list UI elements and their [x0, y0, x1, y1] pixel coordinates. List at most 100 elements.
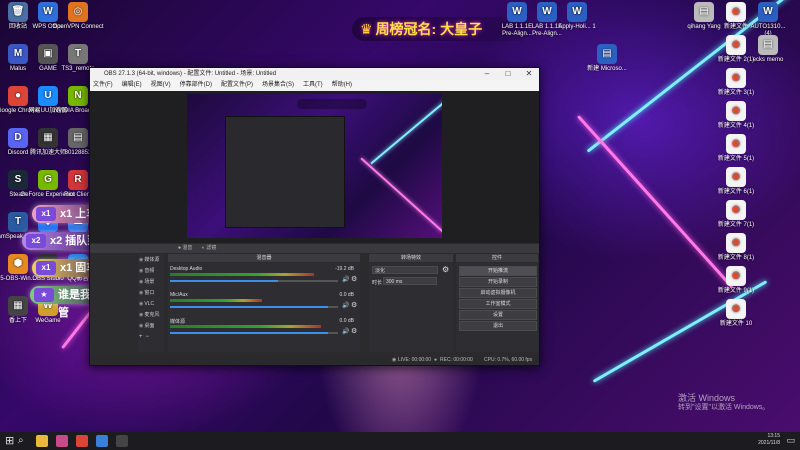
rec-indicator-icon: ● [434, 357, 438, 363]
source-label: VLC [144, 301, 155, 307]
control-button[interactable]: 退出 [459, 321, 537, 331]
control-button[interactable]: 开始录制 [459, 277, 537, 287]
eye-icon[interactable]: ◉ [139, 268, 143, 274]
desktop-icon-label: Apply-Holi... 1 [558, 24, 596, 30]
obs-window[interactable]: OBS 27.1.3 (64-bit, windows) - 配置文件: Unt… [89, 67, 540, 366]
mixer-tab[interactable]: ● 混音 [178, 245, 192, 251]
duration-value: 300 ms [386, 279, 403, 285]
volume-slider-fill[interactable] [170, 306, 328, 308]
taskbar-app-icon[interactable] [96, 435, 108, 447]
sources-dock: ◉媒体源 ◉音频 ◉场景 ◉窗口 ◉VLC ◉麦克风 ◉桌面 + − [138, 254, 164, 352]
windows-start-icon[interactable]: ⊞ [5, 435, 14, 447]
desktop-file-icon[interactable]: W AUTO1310... (4) [747, 2, 789, 38]
menu-item[interactable]: 帮助(H) [332, 82, 352, 88]
file-icon: ◉ [726, 233, 746, 253]
eye-icon[interactable]: ◉ [139, 257, 143, 263]
activation-watermark: 激活 Windows 转到"设置"以激活 Windows。 [678, 394, 769, 412]
minus-icon[interactable]: − [146, 334, 150, 340]
plus-icon[interactable]: + [139, 334, 143, 340]
source-row[interactable]: ◉场景 [139, 278, 163, 287]
rec-status: REC: 00:00:00 [440, 357, 473, 363]
preview-neon [370, 94, 442, 165]
duration-label: 时长 [372, 280, 383, 286]
eye-icon[interactable]: ◉ [139, 279, 143, 285]
gear-icon[interactable]: ⚙ [351, 275, 357, 283]
transitions-dock: 淡化 ⚙ 时长 300 ms [369, 263, 453, 352]
maximize-icon[interactable]: □ [498, 68, 518, 80]
desktop-file-icon[interactable]: ◉ 新建文件 8(1) [715, 233, 757, 262]
source-row[interactable]: ◉桌面 [139, 322, 163, 331]
source-row[interactable]: ◉麦克风 [139, 311, 163, 320]
menu-item[interactable]: 配置文件(P) [221, 82, 253, 88]
desktop-file-icon[interactable]: W Apply-Holi... 1 [557, 2, 597, 31]
gear-icon[interactable]: ⚙ [351, 327, 357, 335]
eye-icon[interactable]: ◉ [139, 301, 143, 307]
sources-toolbar: + − [139, 334, 163, 342]
transition-select[interactable]: 淡化 [372, 266, 438, 274]
file-icon: ◉ [726, 68, 746, 88]
watermark-line2: 转到"设置"以激活 Windows。 [678, 404, 770, 411]
control-button[interactable]: 开始推流 [459, 266, 537, 276]
taskbar-app-icon[interactable] [56, 435, 68, 447]
close-icon[interactable]: ✕ [519, 68, 539, 80]
search-icon[interactable]: ⌕ [18, 435, 24, 446]
duration-input[interactable]: 300 ms [383, 277, 437, 285]
desktop-file-icon[interactable]: ◉ 新建文件 7(1) [715, 200, 757, 229]
menu-item[interactable]: 文件(F) [93, 82, 113, 88]
desktop-file-icon[interactable]: ◉ 新建文件 4(1) [715, 101, 757, 130]
preview-inner-window [225, 116, 345, 228]
obs-titlebar[interactable]: OBS 27.1.3 (64-bit, windows) - 配置文件: Unt… [90, 68, 539, 80]
control-button[interactable]: 设置 [459, 310, 537, 320]
taskbar-app-icon[interactable] [76, 435, 88, 447]
speaker-icon[interactable]: 🔊 [342, 302, 349, 309]
system-tray[interactable]: 13:15 2021/11/8 [758, 433, 780, 447]
control-button[interactable]: 工作室模式 [459, 299, 537, 309]
file-icon: ◉ [726, 299, 746, 319]
mixer-channel: 媒体源 0.0 dB 🔊 ⚙ [170, 318, 357, 342]
volume-slider-fill[interactable] [170, 332, 328, 334]
file-icon: ◉ [726, 266, 746, 286]
source-row[interactable]: ◉音频 [139, 267, 163, 276]
controls-header: 控件 [456, 254, 538, 262]
desktop-file-icon[interactable]: ◉ 新建文件 9(1) [715, 266, 757, 295]
eye-icon[interactable]: ◉ [139, 290, 143, 296]
gear-icon[interactable]: ⚙ [351, 301, 357, 309]
menu-item[interactable]: 编辑(E) [122, 82, 142, 88]
watermark-line1: 激活 Windows [678, 393, 736, 403]
file-icon: ◉ [726, 35, 746, 55]
gear-icon[interactable]: ⚙ [442, 265, 449, 274]
menu-item[interactable]: 视图(V) [151, 82, 171, 88]
source-row[interactable]: ◉VLC [139, 300, 163, 309]
source-label: 麦克风 [144, 312, 160, 318]
pill-badge: x1 [36, 261, 56, 275]
desktop-icon-label: 新建文件 [723, 24, 748, 30]
desktop-file-icon[interactable]: ◉ 新建文件 3(1) [715, 68, 757, 97]
volume-slider-fill[interactable] [170, 280, 278, 282]
menu-item[interactable]: 工具(T) [303, 82, 323, 88]
eye-icon[interactable]: ◉ [139, 323, 143, 329]
control-button[interactable]: 启动虚拟摄像机 [459, 288, 537, 298]
taskbar-app-icon[interactable] [116, 435, 128, 447]
minimize-icon[interactable]: – [477, 68, 497, 80]
desktop-file-icon[interactable]: ▤ 新建 Microso... [587, 44, 627, 73]
menu-item[interactable]: 场景集合(S) [262, 82, 294, 88]
desktop-file-icon[interactable]: ◉ 新建文件 6(1) [715, 167, 757, 196]
desktop-icon-label: 新建文件 7(1) [717, 222, 755, 228]
eye-icon[interactable]: ◉ [139, 312, 143, 318]
transition-type: 淡化 [375, 268, 386, 274]
notification-icon[interactable]: ▭ [786, 435, 795, 446]
speaker-icon[interactable]: 🔊 [342, 328, 349, 335]
word-doc-icon: W [507, 2, 527, 22]
taskbar-app-icon[interactable] [36, 435, 48, 447]
source-row[interactable]: ◉窗口 [139, 289, 163, 298]
desktop-file-icon[interactable]: ◉ 新建文件 10 [715, 299, 757, 328]
channel-name: 媒体源 [170, 319, 186, 325]
menu-item[interactable]: 停靠部件(D) [180, 82, 212, 88]
desktop-file-icon[interactable]: ▤ ecks memo [747, 35, 789, 64]
filters-tab[interactable]: ◐ 滤镜 [202, 245, 216, 251]
desktop-icon[interactable]: ◎ OpenVPN Connect [48, 2, 108, 31]
preview-canvas[interactable] [187, 94, 442, 238]
speaker-icon[interactable]: 🔊 [342, 276, 349, 283]
source-row[interactable]: ◉媒体源 [139, 256, 163, 265]
desktop-file-icon[interactable]: ◉ 新建文件 5(1) [715, 134, 757, 163]
